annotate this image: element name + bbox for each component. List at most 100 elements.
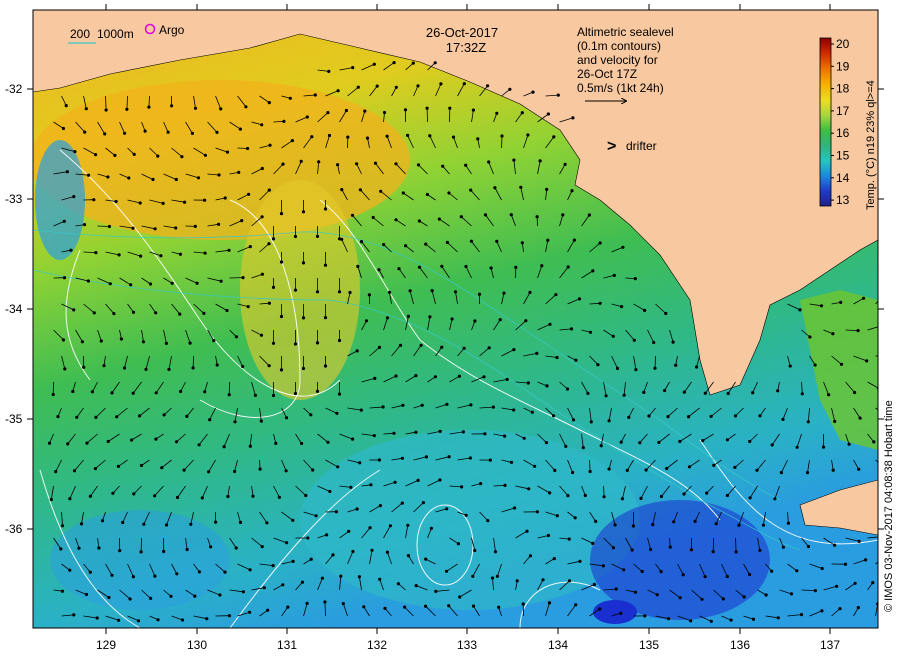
- velocity-arrow-head: [219, 107, 223, 111]
- velocity-arrow-head: [572, 238, 577, 242]
- velocity-arrow-head: [611, 334, 615, 338]
- velocity-arrow-head: [462, 82, 466, 86]
- velocity-arrow-head: [327, 69, 331, 73]
- velocity-arrow-head: [416, 163, 421, 167]
- velocity-arrow-head: [820, 609, 824, 613]
- velocity-arrow-head: [512, 158, 516, 162]
- velocity-arrow-head: [310, 135, 314, 139]
- velocity-arrow-head: [94, 153, 98, 157]
- velocity-arrow-head: [607, 419, 611, 423]
- velocity-arrow-head: [174, 226, 178, 230]
- velocity-arrow-head: [705, 491, 709, 495]
- velocity-arrow-head: [430, 289, 434, 293]
- velocity-arrow-head: [116, 464, 120, 468]
- velocity-arrow-head: [598, 241, 602, 245]
- velocity-arrow-head: [839, 300, 843, 304]
- velocity-arrow-head: [612, 273, 616, 277]
- map-time: 17:32Z: [446, 40, 487, 55]
- velocity-arrow-head: [62, 219, 66, 223]
- velocity-arrow-head: [132, 492, 136, 496]
- velocity-arrow-head: [674, 363, 678, 367]
- velocity-arrow-head: [75, 415, 79, 419]
- velocity-arrow-head: [546, 112, 551, 116]
- velocity-arrow-head: [225, 150, 230, 154]
- velocity-arrow-head: [377, 458, 381, 462]
- sst-map-figure: 129 130 131 132 133 134 135 136 137 -32 -33 -34 -35…: [5, 4, 895, 652]
- velocity-arrow-head: [132, 152, 136, 156]
- velocity-arrow-head: [490, 576, 495, 580]
- velocity-arrow-head: [887, 355, 890, 358]
- velocity-arrow-head: [668, 545, 672, 549]
- velocity-arrow-head: [293, 234, 298, 239]
- velocity-arrow-head: [574, 603, 578, 607]
- velocity-arrow-head: [469, 403, 473, 407]
- velocity-arrow-head: [72, 613, 76, 617]
- velocity-arrow-head: [251, 494, 255, 498]
- velocity-arrow-head: [196, 176, 201, 180]
- velocity-arrow-head: [169, 594, 173, 598]
- colorbar-tick-label: 13: [836, 193, 850, 207]
- altimetry-line-4: 26-Oct 17Z: [577, 67, 637, 81]
- x-tick-label: 131: [277, 638, 297, 652]
- velocity-arrow-head: [862, 296, 866, 300]
- velocity-arrow-head: [277, 495, 281, 499]
- velocity-arrow-head: [141, 340, 146, 344]
- y-tick-label: -36: [5, 522, 23, 536]
- velocity-arrow-head: [592, 582, 597, 587]
- velocity-arrow-head: [527, 487, 531, 491]
- velocity-arrow-head: [709, 414, 713, 418]
- velocity-arrow-head: [406, 314, 410, 318]
- velocity-arrow-head: [503, 434, 507, 438]
- velocity-arrow-head: [714, 522, 718, 526]
- velocity-arrow-head: [59, 547, 63, 551]
- velocity-arrow-head: [63, 367, 67, 371]
- velocity-arrow-head: [751, 391, 755, 395]
- velocity-arrow-head: [665, 466, 669, 471]
- velocity-arrow-head: [139, 463, 144, 468]
- velocity-arrow-head: [385, 316, 390, 320]
- velocity-arrow-head: [883, 292, 886, 295]
- velocity-arrow-head: [121, 520, 125, 525]
- velocity-arrow-head: [106, 439, 110, 444]
- velocity-arrow-head: [471, 574, 475, 578]
- velocity-arrow-head: [123, 131, 127, 135]
- velocity-arrow-head: [129, 283, 133, 287]
- velocity-arrow-head: [219, 279, 223, 283]
- velocity-arrow-head: [737, 523, 741, 527]
- velocity-arrow-head: [259, 419, 263, 423]
- velocity-arrow-head: [687, 415, 691, 419]
- x-tick-label: 134: [548, 638, 568, 652]
- velocity-arrow-head: [464, 513, 468, 517]
- velocity-arrow-head: [149, 596, 153, 601]
- velocity-arrow-head: [462, 346, 466, 350]
- velocity-arrow-head: [151, 177, 155, 182]
- velocity-arrow-head: [614, 587, 618, 591]
- velocity-arrow-head: [266, 608, 270, 612]
- velocity-arrow-head: [447, 191, 451, 195]
- velocity-arrow-head: [334, 510, 338, 514]
- velocity-arrow-head: [563, 162, 567, 166]
- velocity-arrow-head: [290, 139, 294, 143]
- velocity-arrow-head: [267, 101, 271, 105]
- velocity-arrow-head: [153, 494, 157, 498]
- velocity-arrow-head: [682, 492, 686, 496]
- velocity-arrow-head: [734, 550, 738, 554]
- velocity-arrow-head: [309, 557, 313, 561]
- velocity-arrow-head: [227, 393, 231, 397]
- velocity-arrow-head: [564, 444, 568, 448]
- velocity-arrow-head: [164, 523, 169, 527]
- x-tick-label: 130: [187, 638, 207, 652]
- velocity-arrow-head: [291, 518, 295, 522]
- velocity-arrow-head: [541, 578, 545, 582]
- velocity-arrow-head: [545, 384, 549, 388]
- velocity-arrow-head: [392, 431, 396, 435]
- y-tick-label: -35: [5, 412, 23, 426]
- velocity-arrow-head: [190, 131, 194, 135]
- velocity-arrow-head: [131, 226, 135, 230]
- velocity-arrow-head: [601, 564, 606, 568]
- velocity-arrow-head: [424, 455, 428, 459]
- velocity-arrow-head: [260, 545, 264, 549]
- velocity-arrow-head: [522, 436, 526, 440]
- velocity-arrow-head: [625, 468, 629, 472]
- velocity-arrow-head: [154, 311, 158, 315]
